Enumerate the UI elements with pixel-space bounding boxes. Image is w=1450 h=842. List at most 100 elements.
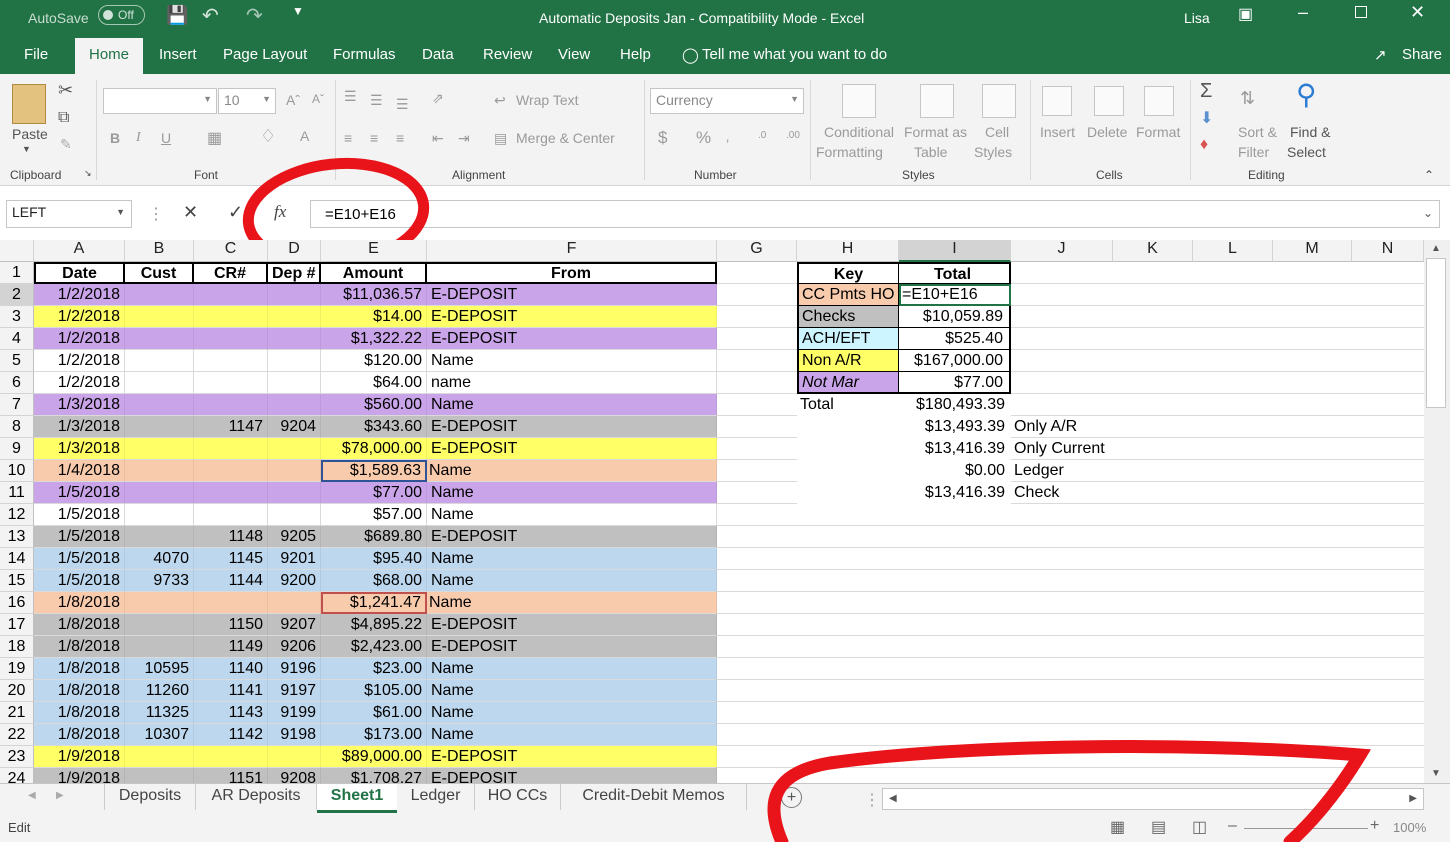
cell-c10[interactable] [194, 460, 268, 482]
tab-insert[interactable]: Insert [159, 46, 197, 63]
column-header-l[interactable]: L [1193, 240, 1273, 262]
cell-c1[interactable]: CR# [194, 262, 268, 284]
sort-filter-line1[interactable]: Sort & [1238, 124, 1277, 140]
merge-center-button[interactable]: Merge & Center [516, 130, 615, 146]
cell-c5[interactable] [194, 350, 268, 372]
align-middle-icon[interactable]: ☰ [370, 92, 383, 109]
cell-f6[interactable]: name [427, 372, 717, 394]
tab-home[interactable]: Home [75, 38, 144, 74]
row-header[interactable]: 1 [0, 262, 34, 284]
customize-qat-icon[interactable]: ▼ [292, 4, 304, 18]
align-right-icon[interactable]: ≡ [396, 130, 404, 146]
cell-styles-line1[interactable]: Cell [985, 124, 1009, 140]
cell-f11[interactable]: Name [427, 482, 717, 504]
cell-b13[interactable] [125, 526, 194, 548]
cell-d12[interactable] [268, 504, 321, 526]
cell-e5[interactable]: $120.00 [321, 350, 427, 372]
format-as-table-icon[interactable] [920, 84, 954, 118]
row-header[interactable]: 22 [0, 724, 34, 746]
column-header-e[interactable]: E [321, 240, 427, 262]
collapse-ribbon-icon[interactable]: ⌃ [1424, 168, 1434, 182]
column-header-j[interactable]: J [1011, 240, 1113, 262]
cell-b16[interactable] [125, 592, 194, 614]
increase-font-icon[interactable]: Aˆ [286, 92, 300, 108]
column-header-n[interactable]: N [1352, 240, 1424, 262]
scroll-right-icon[interactable]: ▶ [1409, 793, 1417, 804]
cell-i5[interactable]: $167,000.00 [899, 350, 1011, 372]
cell-f22[interactable]: Name [427, 724, 717, 746]
scroll-thumb[interactable] [1426, 258, 1446, 408]
find-select-line2[interactable]: Select [1287, 144, 1326, 160]
cell-e16[interactable]: $1,241.47 [321, 592, 427, 614]
share-button[interactable]: Share [1402, 46, 1442, 63]
maximize-icon[interactable] [1355, 6, 1367, 18]
tab-file[interactable]: File [24, 46, 48, 63]
undo-icon[interactable]: ↶ [202, 3, 219, 28]
cell-f7[interactable]: Name [427, 394, 717, 416]
cell-a9[interactable]: 1/3/2018 [34, 438, 125, 460]
cell-h5[interactable]: Non A/R [797, 350, 899, 372]
cell-b20[interactable]: 11260 [125, 680, 194, 702]
cell-b22[interactable]: 10307 [125, 724, 194, 746]
font-size-box[interactable]: 10 ▼ [218, 88, 276, 114]
insert-cells-icon[interactable] [1042, 86, 1072, 116]
conditional-formatting-icon[interactable] [842, 84, 876, 118]
wrap-text-icon[interactable]: ↩ [494, 92, 506, 109]
cell-e21[interactable]: $61.00 [321, 702, 427, 724]
borders-icon[interactable]: ▦ [207, 128, 222, 148]
increase-decimal-icon[interactable]: .0 [758, 130, 766, 141]
cell-c22[interactable]: 1142 [194, 724, 268, 746]
cell-d3[interactable] [268, 306, 321, 328]
cell-a13[interactable]: 1/5/2018 [34, 526, 125, 548]
cell-e15[interactable]: $68.00 [321, 570, 427, 592]
cell-j11[interactable]: Check [1011, 482, 1131, 504]
name-box[interactable]: LEFT ▼ [6, 200, 132, 228]
cell-h7[interactable]: Total [797, 394, 899, 416]
cell-a15[interactable]: 1/5/2018 [34, 570, 125, 592]
cell-a7[interactable]: 1/3/2018 [34, 394, 125, 416]
cell-e4[interactable]: $1,322.22 [321, 328, 427, 350]
cell-a12[interactable]: 1/5/2018 [34, 504, 125, 526]
cell-d20[interactable]: 9197 [268, 680, 321, 702]
align-top-icon[interactable]: ☰ [344, 88, 357, 105]
prev-sheet-icon[interactable]: ◀ [28, 790, 36, 801]
cell-f20[interactable]: Name [427, 680, 717, 702]
cell-b3[interactable] [125, 306, 194, 328]
scroll-up-icon[interactable]: ▲ [1431, 243, 1441, 254]
cell-b14[interactable]: 4070 [125, 548, 194, 570]
expand-formula-icon[interactable]: ⌄ [1423, 206, 1433, 220]
cell-c19[interactable]: 1140 [194, 658, 268, 680]
cell-c16[interactable] [194, 592, 268, 614]
cell-b21[interactable]: 11325 [125, 702, 194, 724]
font-name-box[interactable]: ▼ [103, 88, 217, 114]
cell-b17[interactable] [125, 614, 194, 636]
cell-c21[interactable]: 1143 [194, 702, 268, 724]
column-header-b[interactable]: B [125, 240, 194, 262]
cell-a23[interactable]: 1/9/2018 [34, 746, 125, 768]
cell-i1[interactable]: Total [899, 262, 1011, 284]
cell-a2[interactable]: 1/2/2018 [34, 284, 125, 306]
sheet-tab-sheet1[interactable]: Sheet1 [317, 784, 397, 813]
cell-h8[interactable] [797, 416, 899, 438]
cell-d1[interactable]: Dep # [268, 262, 321, 284]
cell-a6[interactable]: 1/2/2018 [34, 372, 125, 394]
increase-indent-icon[interactable]: ⇥ [458, 130, 470, 147]
cell-d4[interactable] [268, 328, 321, 350]
user-name[interactable]: Lisa [1184, 10, 1210, 26]
cell-j6[interactable] [1011, 372, 1131, 394]
tab-data[interactable]: Data [422, 46, 454, 63]
cell-d19[interactable]: 9196 [268, 658, 321, 680]
cell-e7[interactable]: $560.00 [321, 394, 427, 416]
column-header-f[interactable]: F [427, 240, 717, 262]
format-as-table-line2[interactable]: Table [914, 144, 947, 160]
clipboard-launcher-icon[interactable]: ↘ [84, 168, 92, 179]
column-header-a[interactable]: A [34, 240, 125, 262]
clear-icon[interactable]: ♦ [1200, 136, 1208, 154]
cell-d18[interactable]: 9206 [268, 636, 321, 658]
cell-f19[interactable]: Name [427, 658, 717, 680]
cell-a16[interactable]: 1/8/2018 [34, 592, 125, 614]
cell-h2[interactable]: CC Pmts HO [797, 284, 899, 306]
cell-j10[interactable]: Ledger [1011, 460, 1131, 482]
cell-j3[interactable] [1011, 306, 1131, 328]
cell-j4[interactable] [1011, 328, 1131, 350]
